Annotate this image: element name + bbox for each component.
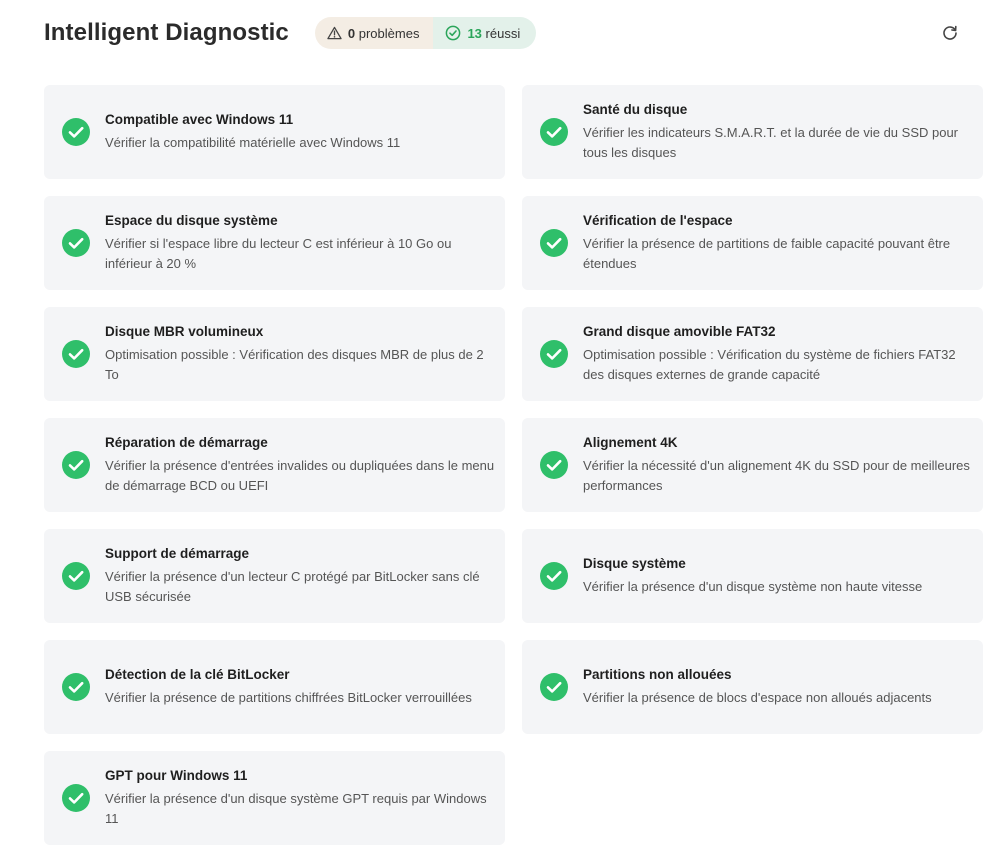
card-description: Optimisation possible : Vérification du … (583, 346, 956, 382)
card-description: Vérifier la présence d'un disque système… (583, 578, 923, 594)
check-circle-icon (62, 118, 90, 146)
card-text: Vérification de l'espace Vérifier la prés… (583, 213, 973, 274)
problems-count: 0 (347, 25, 356, 41)
check-circle-icon (540, 562, 568, 590)
card-description: Vérifier si l'espace libre du lecteur C … (105, 235, 452, 271)
refresh-button[interactable] (940, 23, 960, 43)
diagnostic-card[interactable]: Santé du disque Vérifier les indicateurs … (522, 85, 983, 179)
card-text: Détection de la clé BitLocker Vérifier la… (105, 667, 472, 708)
diagnostic-grid: Compatible avec Windows 11 Vérifier la co… (44, 85, 983, 845)
card-title: GPT pour Windows 11 (105, 767, 248, 783)
card-title: Vérification de l'espace (583, 212, 733, 228)
card-description: Vérifier la présence de blocs d'espace n… (583, 689, 932, 705)
check-circle-icon (62, 784, 90, 812)
check-circle-icon (540, 340, 568, 368)
check-circle-icon (62, 340, 90, 368)
card-title: Disque MBR volumineux (105, 323, 264, 339)
card-description: Vérifier la présence de partitions de fa… (583, 235, 951, 271)
card-title: Support de démarrage (105, 545, 250, 561)
diagnostic-card[interactable]: GPT pour Windows 11 Vérifier la présence … (44, 751, 505, 845)
card-description: Vérifier la présence d'un lecteur C prot… (105, 568, 480, 604)
card-title: Disque système (583, 555, 686, 571)
card-title: Détection de la clé BitLocker (105, 666, 290, 682)
summary-pills: 0 problèmes 13 réussi (314, 17, 537, 49)
card-text: GPT pour Windows 11 Vérifier la présence … (105, 768, 495, 829)
diagnostic-card[interactable]: Support de démarrage Vérifier la présence… (44, 529, 505, 623)
diagnostic-card[interactable]: Réparation de démarrage Vérifier la prése… (44, 418, 505, 512)
warning-triangle-icon (327, 26, 342, 40)
problems-badge[interactable]: 0 problèmes (314, 17, 434, 49)
diagnostic-card[interactable]: Vérification de l'espace Vérifier la prés… (522, 196, 983, 290)
card-text: Compatible avec Windows 11 Vérifier la co… (105, 112, 400, 153)
card-text: Support de démarrage Vérifier la présence… (105, 546, 495, 607)
card-title: Grand disque amovible FAT32 (583, 323, 776, 339)
page-title: Intelligent Diagnostic (44, 19, 289, 46)
diagnostic-card[interactable]: Grand disque amovible FAT32 Optimisation … (522, 307, 983, 401)
card-description: Vérifier les indicateurs S.M.A.R.T. et l… (583, 124, 959, 160)
check-circle-icon (540, 118, 568, 146)
card-description: Vérifier la compatibilité matérielle ave… (105, 134, 401, 150)
card-title: Compatible avec Windows 11 (105, 111, 294, 127)
card-title: Espace du disque système (105, 212, 278, 228)
check-circle-icon (62, 229, 90, 257)
diagnostic-card[interactable]: Disque MBR volumineux Optimisation possib… (44, 307, 505, 401)
header: Intelligent Diagnostic 0 problèmes 13 ré… (44, 14, 960, 52)
check-circle-icon (540, 451, 568, 479)
card-text: Alignement 4K Vérifier la nécessité d'un … (583, 435, 973, 496)
diagnostic-card[interactable]: Compatible avec Windows 11 Vérifier la co… (44, 85, 505, 179)
diagnostic-card[interactable]: Disque système Vérifier la présence d'un … (522, 529, 983, 623)
check-circle-icon (540, 673, 568, 701)
refresh-icon (940, 25, 960, 47)
card-description: Optimisation possible : Vérification des… (105, 346, 484, 382)
card-text: Partitions non allouées Vérifier la prése… (583, 667, 932, 708)
problems-label: problèmes (358, 25, 420, 41)
card-description: Vérifier la présence de partitions chiff… (105, 689, 472, 705)
diagnostic-card[interactable]: Alignement 4K Vérifier la nécessité d'un … (522, 418, 983, 512)
card-text: Réparation de démarrage Vérifier la prése… (105, 435, 495, 496)
card-description: Vérifier la présence d'un disque système… (105, 790, 487, 826)
check-circle-icon (62, 562, 90, 590)
diagnostic-card[interactable]: Détection de la clé BitLocker Vérifier la… (44, 640, 505, 734)
check-circle-icon (445, 25, 461, 41)
card-text: Espace du disque système Vérifier si l'es… (105, 213, 495, 274)
card-title: Alignement 4K (583, 434, 678, 450)
check-circle-icon (62, 673, 90, 701)
check-circle-icon (62, 451, 90, 479)
diagnostic-card[interactable]: Partitions non allouées Vérifier la prése… (522, 640, 983, 734)
diagnostic-card[interactable]: Espace du disque système Vérifier si l'es… (44, 196, 505, 290)
card-description: Vérifier la présence d'entrées invalides… (105, 457, 495, 493)
card-text: Grand disque amovible FAT32 Optimisation … (583, 324, 973, 385)
card-description: Vérifier la nécessité d'un alignement 4K… (583, 457, 970, 493)
passed-count: 13 (467, 25, 482, 41)
card-text: Disque système Vérifier la présence d'un … (583, 556, 922, 597)
card-title: Santé du disque (583, 101, 688, 117)
card-text: Disque MBR volumineux Optimisation possib… (105, 324, 495, 385)
card-title: Réparation de démarrage (105, 434, 268, 450)
check-circle-icon (540, 229, 568, 257)
card-text: Santé du disque Vérifier les indicateurs … (583, 102, 973, 163)
card-title: Partitions non allouées (583, 666, 732, 682)
passed-badge[interactable]: 13 réussi (433, 17, 537, 49)
passed-label: réussi (485, 25, 521, 41)
